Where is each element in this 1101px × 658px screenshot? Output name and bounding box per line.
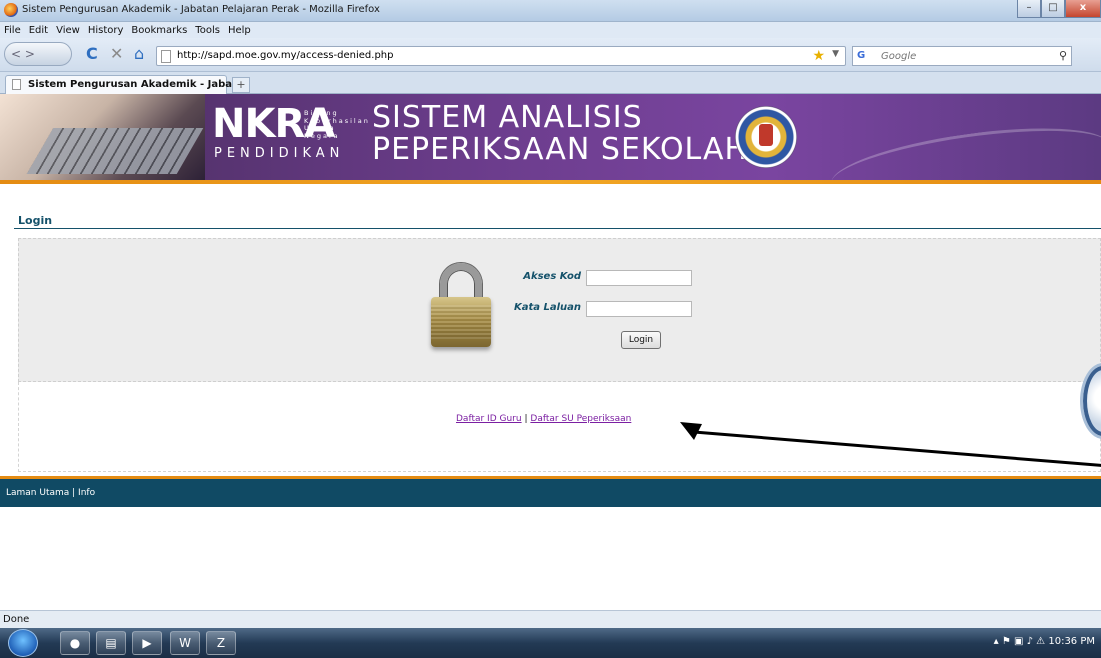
- access-code-label: Akses Kod: [523, 271, 581, 282]
- page-icon: [12, 79, 21, 90]
- taskbar-explorer-icon[interactable]: ▤: [96, 631, 126, 655]
- login-panel: Akses Kod Kata Laluan Login: [18, 238, 1101, 382]
- star-icon[interactable]: ★: [812, 48, 825, 64]
- close-button[interactable]: x: [1065, 0, 1101, 18]
- maximize-button[interactable]: □: [1041, 0, 1065, 18]
- menu-file[interactable]: File: [4, 25, 21, 36]
- minimize-button[interactable]: –: [1017, 0, 1041, 18]
- keyboard-image: [0, 94, 205, 182]
- tray-icons[interactable]: ▴ ⚑ ▣ ♪ ⚠: [994, 636, 1049, 647]
- page-content: NKRA Bidang Keberhasilan Utama Negara PE…: [0, 94, 1101, 610]
- tab-active[interactable]: Sistem Pengurusan Akademik - Jabat...: [5, 75, 248, 94]
- header-banner: NKRA Bidang Keberhasilan Utama Negara PE…: [0, 94, 1101, 214]
- banner-divider: [0, 180, 1101, 184]
- annotation-arrow: [680, 422, 1101, 467]
- search-input[interactable]: [881, 49, 1041, 63]
- taskbar: ● ▤ ▶ W Z ▴ ⚑ ▣ ♪ ⚠ 10:36 PM: [0, 628, 1101, 658]
- access-code-input[interactable]: [586, 270, 692, 286]
- window-controls: – □ x: [1017, 0, 1101, 20]
- tab-label: Sistem Pengurusan Akademik - Jabat...: [28, 79, 249, 90]
- google-icon[interactable]: G: [857, 50, 865, 61]
- footer-links[interactable]: Laman Utama | Info: [6, 488, 95, 498]
- taskbar-firefox-icon[interactable]: ●: [60, 631, 90, 655]
- login-button[interactable]: Login: [621, 331, 661, 349]
- system-tray: ▴ ⚑ ▣ ♪ ⚠ 10:36 PM: [994, 636, 1095, 647]
- menu-edit[interactable]: Edit: [29, 25, 48, 36]
- windows-start-icon[interactable]: [8, 629, 38, 657]
- page-icon: [161, 50, 171, 63]
- taskbar-filezilla-icon[interactable]: Z: [206, 631, 236, 655]
- clock[interactable]: 10:36 PM: [1048, 636, 1095, 647]
- pendidikan-text: PENDIDIKAN: [214, 146, 345, 161]
- menu-tools[interactable]: Tools: [195, 25, 220, 36]
- navigation-toolbar: < > C ✕ ⌂ http://sapd.moe.gov.my/access-…: [0, 38, 1101, 72]
- nkra-subtitle: Bidang Keberhasilan Utama Negara: [304, 109, 370, 140]
- menu-bar: File Edit View History Bookmarks Tools H…: [0, 22, 1101, 38]
- menu-help[interactable]: Help: [228, 25, 251, 36]
- url-text[interactable]: http://sapd.moe.gov.my/access-denied.php: [177, 50, 393, 61]
- menu-bookmarks[interactable]: Bookmarks: [131, 25, 187, 36]
- search-icon[interactable]: ⚲: [1059, 49, 1067, 62]
- banner-swoosh: [827, 114, 1101, 214]
- tab-strip: Sistem Pengurusan Akademik - Jabat... +: [0, 72, 1101, 94]
- new-tab-button[interactable]: +: [232, 77, 250, 93]
- heading-underline: [14, 228, 1101, 229]
- system-title: SISTEM ANALISIS PEPERIKSAAN SEKOLAH: [372, 100, 749, 167]
- password-label: Kata Laluan: [513, 302, 581, 313]
- footer-bar: Laman Utama | Info: [0, 479, 1101, 507]
- reload-icon[interactable]: C: [86, 46, 98, 62]
- password-input[interactable]: [586, 301, 692, 317]
- firefox-icon: [4, 3, 18, 17]
- register-links: Daftar ID Guru | Daftar SU Peperiksaan: [456, 414, 631, 424]
- register-teacher-link[interactable]: Daftar ID Guru: [456, 414, 522, 424]
- search-box[interactable]: G ⚲: [852, 46, 1072, 66]
- emblem-icon: [735, 106, 797, 168]
- status-bar: Done: [0, 610, 1101, 628]
- login-heading: Login: [18, 214, 53, 227]
- home-icon[interactable]: ⌂: [134, 46, 144, 62]
- stop-icon[interactable]: ✕: [110, 46, 123, 62]
- back-forward-button[interactable]: < >: [4, 42, 72, 66]
- menu-view[interactable]: View: [56, 25, 80, 36]
- url-bar[interactable]: http://sapd.moe.gov.my/access-denied.php…: [156, 46, 846, 66]
- dropdown-icon[interactable]: ▼: [832, 49, 839, 59]
- taskbar-word-icon[interactable]: W: [170, 631, 200, 655]
- link-separator: |: [524, 414, 528, 424]
- register-exam-secretary-link[interactable]: Daftar SU Peperiksaan: [530, 414, 631, 424]
- lock-icon: [431, 263, 491, 349]
- window-titlebar: Sistem Pengurusan Akademik - Jabatan Pel…: [0, 0, 1101, 22]
- screen: Sistem Pengurusan Akademik - Jabatan Pel…: [0, 0, 1101, 658]
- menu-history[interactable]: History: [88, 25, 124, 36]
- window-title: Sistem Pengurusan Akademik - Jabatan Pel…: [22, 4, 380, 15]
- taskbar-media-icon[interactable]: ▶: [132, 631, 162, 655]
- status-text: Done: [3, 614, 30, 625]
